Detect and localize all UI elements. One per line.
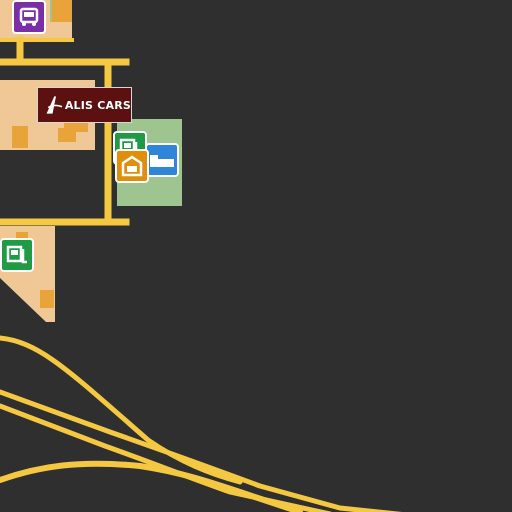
map-base-layer (0, 0, 403, 512)
truck-icon (19, 7, 39, 26)
business-sign[interactable]: ALIS CARS (37, 87, 132, 123)
car-dealer-icon (6, 245, 27, 264)
building-footprint (12, 126, 28, 148)
business-name: ALIS CARS (64, 98, 131, 112)
garage-marker[interactable] (115, 149, 149, 183)
car-dealer-marker-west[interactable] (0, 238, 34, 272)
map-view[interactable]: ALIS CARS (0, 0, 512, 512)
highway-roads (0, 335, 403, 512)
garage-icon (121, 155, 143, 177)
alis-cars-logo-icon (46, 96, 63, 114)
truck-marker[interactable] (12, 0, 46, 34)
parking-icon (150, 155, 174, 167)
parking-marker[interactable] (145, 143, 179, 177)
building-footprint (52, 0, 72, 22)
building-footprint (40, 290, 54, 308)
